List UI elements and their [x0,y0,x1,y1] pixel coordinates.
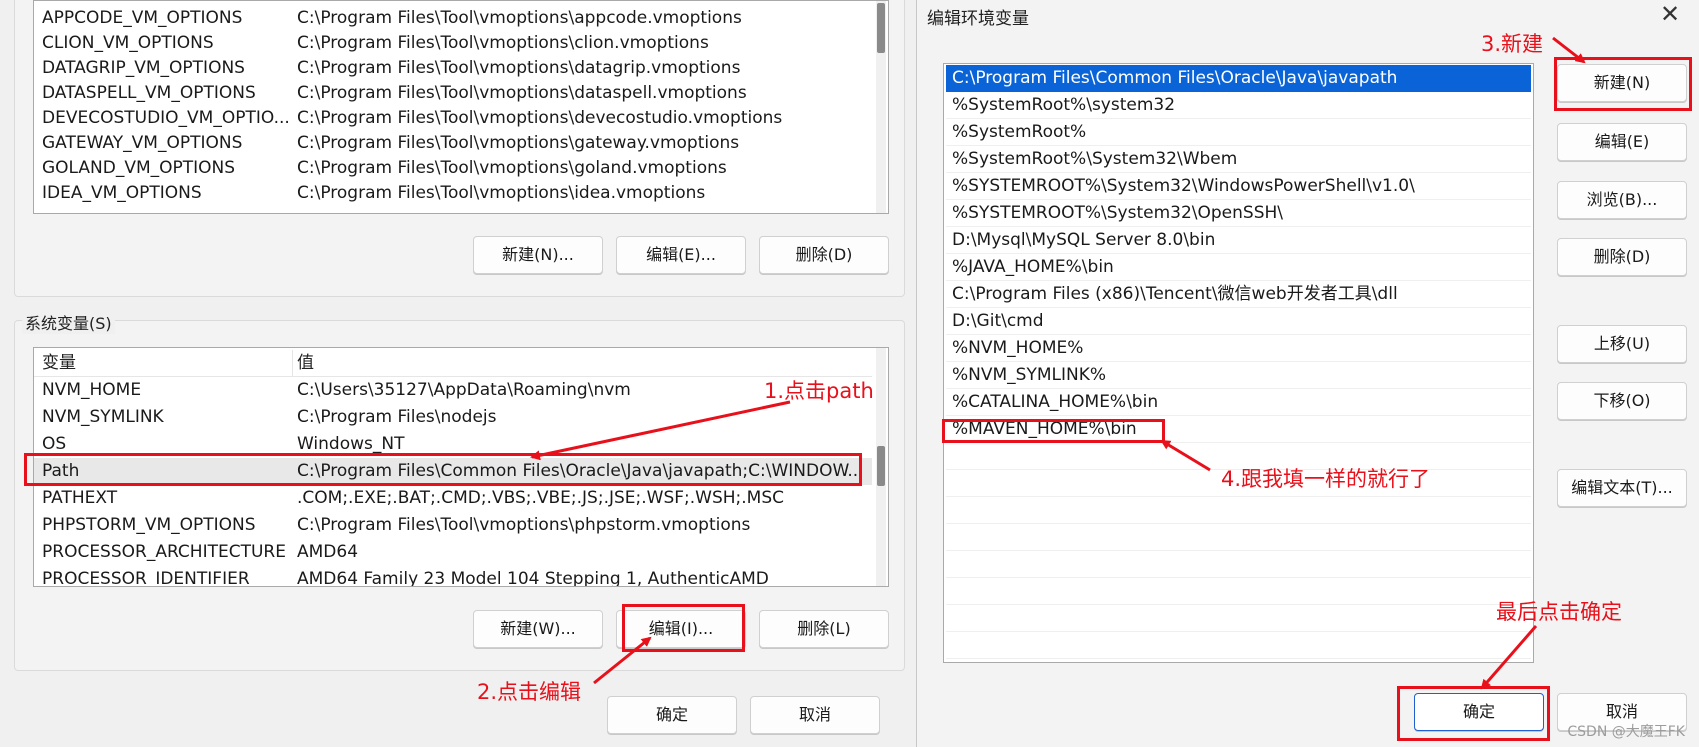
scrollbar-thumb[interactable] [877,3,885,53]
variable-name: GATEWAY_VM_OPTIONS [42,133,243,153]
system-list-scrollbar[interactable] [876,348,886,586]
list-item[interactable]: %SYSTEMROOT%\System32\OpenSSH\ [946,200,1531,227]
list-item[interactable]: D:\Git\cmd [946,308,1531,335]
variable-value: C:\Program Files\Tool\vmoptions\devecost… [297,108,783,128]
highlight-edit-button [622,604,745,652]
variable-name: PATHEXT [42,488,118,508]
user-edit-button[interactable]: 编辑(E)... [616,236,746,274]
list-item[interactable]: %CATALINA_HOME%\bin [946,389,1531,416]
variable-value: C:\Program Files\Tool\vmoptions\datagrip… [297,58,741,78]
highlight-maven-entry [942,419,1165,443]
table-row[interactable]: GOLAND_VM_OPTIONS C:\Program Files\Tool\v… [34,155,872,182]
empty-list-slot[interactable] [946,551,1531,578]
variable-value: C:\Program Files\Tool\vmoptions\goland.v… [297,158,727,178]
table-row[interactable]: DEVECOSTUDIO_VM_OPTIO... C:\Program Files… [34,105,872,132]
path-edit-button[interactable]: 编辑(E) [1557,123,1687,161]
empty-list-slot[interactable] [946,605,1531,632]
dialog-title: 编辑环境变量 [927,9,1029,29]
annotation-step3: 3.新建 [1481,32,1544,56]
variable-name: GOLAND_VM_OPTIONS [42,158,236,178]
environment-variables-dialog: APPCODE_VM_OPTIONS C:\Program Files\Tool\… [0,0,916,747]
list-item[interactable]: %SystemRoot% [946,119,1531,146]
variable-value: C:\Program Files\nodejs [297,407,497,427]
path-browse-button[interactable]: 浏览(B)... [1557,181,1687,219]
list-item[interactable]: %SystemRoot%\system32 [946,92,1531,119]
list-item[interactable]: C:\Program Files (x86)\Tencent\微信web开发者工… [946,281,1531,308]
empty-list-slot[interactable] [946,632,1531,659]
system-variables-label: 系统变量(S) [22,310,115,334]
variable-name: DATAGRIP_VM_OPTIONS [42,58,245,78]
table-row[interactable]: NVM_HOME C:\Users\35127\AppData\Roaming\n… [34,377,872,404]
variable-value: .COM;.EXE;.BAT;.CMD;.VBS;.VBE;.JS;.JSE;.… [297,488,785,508]
table-header: 变量 值 [34,350,872,377]
list-item[interactable]: %JAVA_HOME%\bin [946,254,1531,281]
variable-name: DATASPELL_VM_OPTIONS [42,83,256,103]
variable-value: C:\Program Files\Tool\vmoptions\idea.vmo… [297,183,706,203]
variable-value: AMD64 [297,542,359,562]
variable-name: PROCESSOR_IDENTIFIER [42,569,250,587]
user-list-scrollbar[interactable] [876,1,886,213]
path-delete-button[interactable]: 删除(D) [1557,238,1687,276]
variable-value: C:\Program Files\Tool\vmoptions\dataspel… [297,83,747,103]
column-header-name[interactable]: 变量 [42,350,292,377]
variable-value: C:\Program Files\Tool\vmoptions\appcode.… [297,8,742,28]
empty-list-slot[interactable] [946,578,1531,605]
close-icon[interactable]: ✕ [1655,0,1685,30]
variable-name: NVM_HOME [42,380,142,400]
path-entries-list[interactable]: C:\Program Files\Common Files\Oracle\Jav… [943,63,1534,663]
list-item[interactable]: %NVM_SYMLINK% [946,362,1531,389]
table-row[interactable]: PATHEXT .COM;.EXE;.BAT;.CMD;.VBS;.VBE;.JS… [34,485,872,512]
variable-name: PROCESSOR_ARCHITECTURE [42,542,286,562]
table-row[interactable]: DATAGRIP_VM_OPTIONS C:\Program Files\Tool… [34,55,872,82]
annotation-step4: 4.跟我填一样的就行了 [1221,467,1431,491]
list-item[interactable]: C:\Program Files\Common Files\Oracle\Jav… [946,65,1531,92]
list-item[interactable]: %SYSTEMROOT%\System32\WindowsPowerShell\… [946,173,1531,200]
system-delete-button[interactable]: 删除(L) [759,610,889,648]
table-row[interactable]: PROCESSOR_ARCHITECTURE AMD64 [34,539,872,566]
table-row[interactable]: PHPSTORM_VM_OPTIONS C:\Program Files\Tool… [34,512,872,539]
variable-name: APPCODE_VM_OPTIONS [42,8,243,28]
table-row[interactable]: DATASPELL_VM_OPTIONS C:\Program Files\Too… [34,80,872,107]
variable-name: IDEA_VM_OPTIONS [42,183,202,203]
list-item[interactable]: D:\Mysql\MySQL Server 8.0\bin [946,227,1531,254]
variable-value: AMD64 Family 23 Model 104 Stepping 1, Au… [297,569,769,587]
annotation-final: 最后点击确定 [1496,600,1622,624]
path-edit-text-button[interactable]: 编辑文本(T)... [1557,469,1687,507]
user-variables-list[interactable]: APPCODE_VM_OPTIONS C:\Program Files\Tool\… [33,0,889,214]
annotation-step1: 1.点击path [764,379,874,403]
edit-environment-variable-dialog: 编辑环境变量 ✕ C:\Program Files\Common Files\O… [916,0,1699,747]
empty-list-slot[interactable] [946,497,1531,524]
variable-value: C:\Program Files\Tool\vmoptions\gateway.… [297,133,740,153]
variable-name: DEVECOSTUDIO_VM_OPTIO... [42,108,290,128]
variable-name: NVM_SYMLINK [42,407,164,427]
column-divider[interactable] [292,350,293,376]
variable-name: CLION_VM_OPTIONS [42,33,214,53]
table-row[interactable]: CLION_VM_OPTIONS C:\Program Files\Tool\vm… [34,30,872,57]
env-cancel-button[interactable]: 取消 [750,696,880,734]
variable-value: C:\Program Files\Tool\vmoptions\clion.vm… [297,33,709,53]
list-item[interactable]: %SystemRoot%\System32\Wbem [946,146,1531,173]
highlight-path-row [24,453,862,486]
user-delete-button[interactable]: 删除(D) [759,236,889,274]
env-ok-button[interactable]: 确定 [607,696,737,734]
list-item[interactable]: %NVM_HOME% [946,335,1531,362]
table-row[interactable]: APPCODE_VM_OPTIONS C:\Program Files\Tool\… [34,5,872,32]
table-row[interactable]: GATEWAY_VM_OPTIONS C:\Program Files\Tool\… [34,130,872,157]
table-row[interactable]: IDEA_VM_OPTIONS C:\Program Files\Tool\vmo… [34,180,872,207]
path-move-down-button[interactable]: 下移(O) [1557,382,1687,420]
highlight-new-button [1554,57,1692,111]
user-new-button[interactable]: 新建(N)... [473,236,603,274]
table-row[interactable]: PROCESSOR_IDENTIFIER AMD64 Family 23 Mode… [34,566,872,587]
highlight-ok-button [1397,686,1550,741]
table-row[interactable]: NVM_SYMLINK C:\Program Files\nodejs [34,404,872,431]
annotation-step2: 2.点击编辑 [477,680,582,704]
scrollbar-thumb[interactable] [877,446,885,486]
variable-name: PHPSTORM_VM_OPTIONS [42,515,256,535]
path-move-up-button[interactable]: 上移(U) [1557,325,1687,363]
variable-value: C:\Program Files\Tool\vmoptions\phpstorm… [297,515,751,535]
system-new-button[interactable]: 新建(W)... [473,610,603,648]
empty-list-slot[interactable] [946,524,1531,551]
column-header-value[interactable]: 值 [297,350,867,377]
watermark: CSDN @大魔王FK [1567,724,1685,740]
